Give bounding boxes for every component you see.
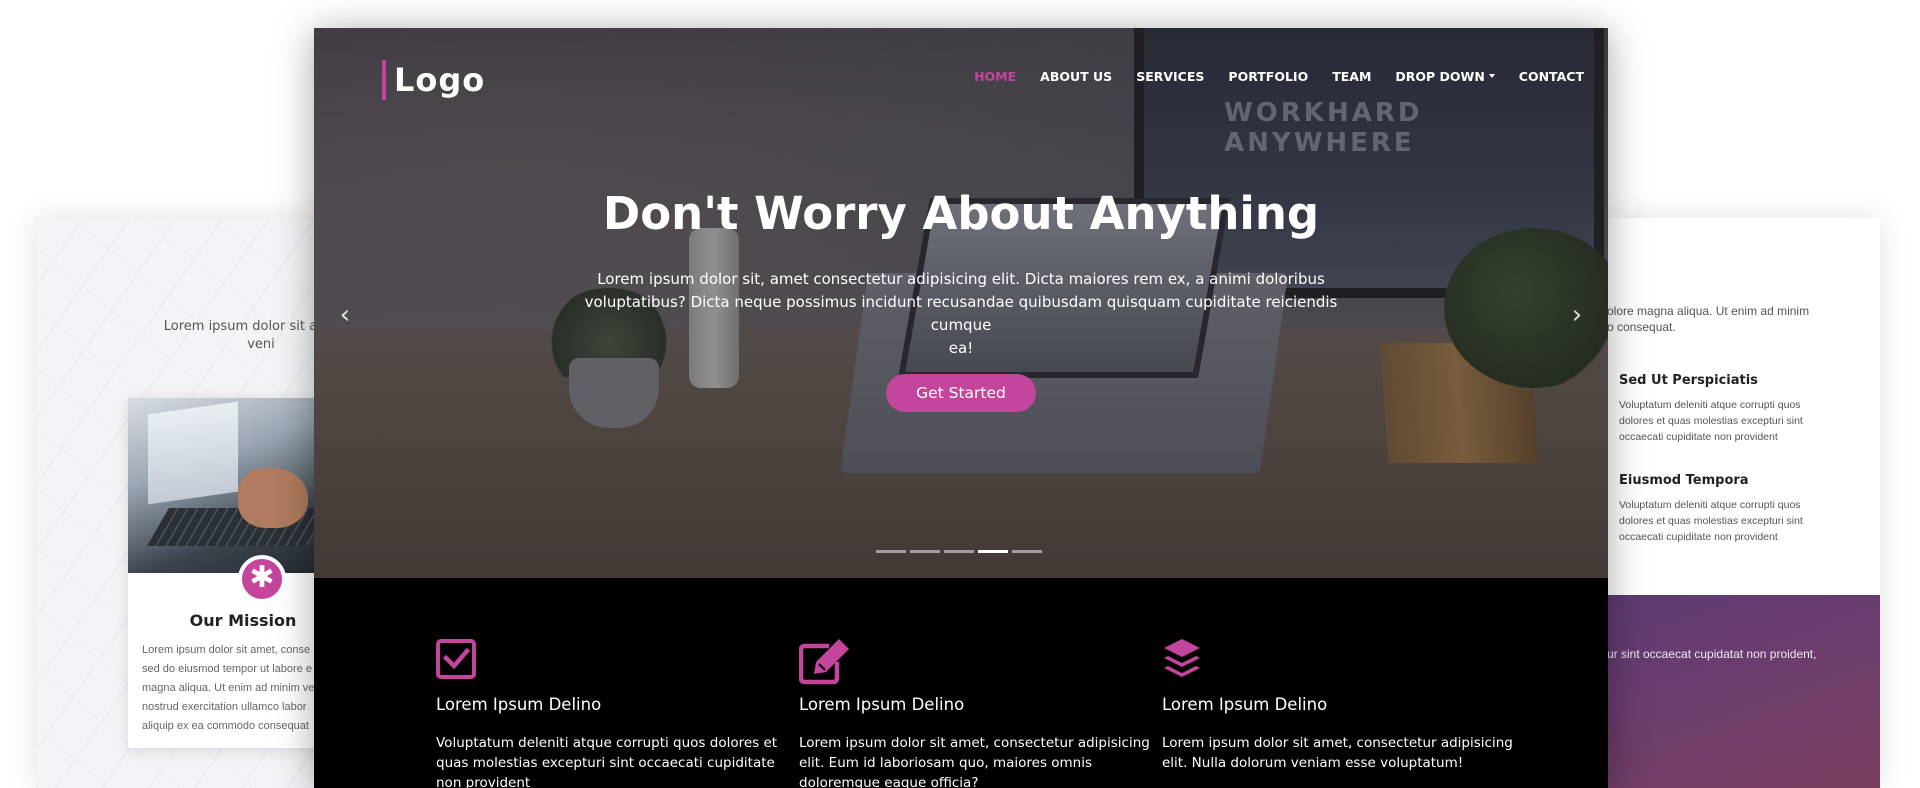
left-intro-text: Lorem ipsum dolor sit amet, c veni — [146, 318, 336, 354]
hero-text: Lorem ipsum dolor sit, amet consectetur … — [566, 268, 1356, 360]
mission-photo — [128, 398, 336, 573]
service-item-line: occaecati cupiditate non provident — [1619, 431, 1778, 443]
hero-carousel: WORKHARD ANYWHERE Logo Home About Us Ser… — [314, 28, 1608, 578]
right-preview-page: olore magna aliqua. Ut enim ad minim o c… — [1605, 218, 1880, 788]
carousel-next-icon[interactable]: › — [1562, 300, 1592, 330]
carousel-indicators — [876, 550, 1046, 553]
service-item-line: Voluptatum deleniti atque corrupti quos — [1619, 399, 1801, 411]
carousel-indicator-active[interactable] — [978, 550, 1008, 553]
carousel-indicator[interactable] — [876, 550, 906, 553]
hero-text-line: voluptatibus? Dicta neque possimus incid… — [584, 293, 1338, 334]
service-item-line: dolores et quas molestias excepturi sint — [1619, 415, 1803, 427]
nav-item-drop-down[interactable]: Drop Down — [1395, 69, 1495, 84]
carousel-prev-icon[interactable]: ‹ — [330, 300, 360, 330]
left-intro-line: veni — [247, 337, 275, 352]
feature-text: Voluptatum deleniti atque corrupti quos … — [436, 733, 778, 788]
feature-text: Lorem ipsum dolor sit amet, consectetur … — [1162, 733, 1513, 773]
feature-text-line: elit. Eum id laboriosam quo, maiores omn… — [799, 755, 1093, 771]
service-item-title: Eiusmod Tempora — [1619, 473, 1749, 488]
service-item-text: Voluptatum deleniti atque corrupti quos … — [1619, 497, 1869, 545]
mission-text-line: sed do eiusmod tempor ut labore e — [142, 663, 312, 675]
band-text: ur sint occaecat cupidatat non proident, — [1607, 647, 1817, 661]
hero-text-line: ea! — [948, 339, 974, 357]
carousel-indicator[interactable] — [1012, 550, 1042, 553]
service-item-text: Voluptatum deleniti atque corrupti quos … — [1619, 397, 1869, 445]
feature-text-line: doloremque eaque officia? — [799, 775, 979, 788]
edit-icon — [799, 639, 849, 685]
left-intro-line: Lorem ipsum dolor sit amet, c — [163, 319, 336, 334]
navbar: Logo Home About Us Services Portfolio Te… — [314, 28, 1608, 118]
left-preview-page: Lorem ipsum dolor sit amet, c veni ✱ Our… — [36, 218, 336, 788]
nav-item-drop-down-label: Drop Down — [1395, 69, 1485, 84]
nav-item-home[interactable]: Home — [974, 69, 1016, 84]
service-item-title: Sed Ut Perspiciatis — [1619, 373, 1758, 388]
laptop-screen-shape — [148, 401, 238, 505]
main-page: WORKHARD ANYWHERE Logo Home About Us Ser… — [314, 28, 1608, 788]
feature-text-line: quas molestias excepturi sint occaecati … — [436, 755, 775, 771]
feature-title: Lorem Ipsum Delino — [799, 695, 965, 714]
service-item-line: occaecati cupiditate non provident — [1619, 531, 1778, 543]
layers-icon — [1164, 639, 1200, 677]
mission-title: Our Mission — [189, 611, 297, 630]
feature-text-line: Lorem ipsum dolor sit amet, consectetur … — [1162, 735, 1513, 751]
right-intro-line: olore magna aliqua. Ut enim ad minim — [1607, 304, 1810, 318]
mission-card: ✱ Our Mission Lorem ipsum dolor sit amet… — [128, 398, 336, 748]
mission-text-line: magna aliqua. Ut enim ad minim ve — [142, 682, 315, 694]
features-section: Lorem Ipsum Delino Voluptatum deleniti a… — [314, 578, 1608, 788]
nav-item-about-us[interactable]: About Us — [1040, 69, 1112, 84]
mission-text-line: nostrud exercitation ullamco labor — [142, 701, 307, 713]
caret-down-icon — [1488, 74, 1495, 78]
service-item: Eiusmod Tempora Voluptatum deleniti atqu… — [1619, 473, 1869, 545]
screenshot-stage: Lorem ipsum dolor sit amet, c veni ✱ Our… — [0, 0, 1920, 788]
nav-menu: Home About Us Services Portfolio Team Dr… — [974, 69, 1608, 84]
feature-text-line: Lorem ipsum dolor sit amet, consectetur … — [799, 735, 1150, 751]
service-item: Sed Ut Perspiciatis Voluptatum deleniti … — [1619, 373, 1869, 445]
logo[interactable]: Logo — [382, 60, 485, 100]
get-started-button[interactable]: Get Started — [886, 374, 1036, 412]
hero-title: Don't Worry About Anything — [602, 187, 1320, 240]
nav-item-services[interactable]: Services — [1136, 69, 1204, 84]
feature-text-line: Voluptatum deleniti atque corrupti quos … — [436, 735, 778, 751]
feature-text-line: non provident — [436, 775, 531, 788]
right-intro-line: o consequat. — [1607, 320, 1676, 334]
nav-item-contact[interactable]: Contact — [1519, 69, 1584, 84]
service-item-line: Voluptatum deleniti atque corrupti quos — [1619, 499, 1801, 511]
feature-text-line: elit. Nulla dolorum veniam esse voluptat… — [1162, 755, 1464, 771]
purple-band: ur sint occaecat cupidatat non proident, — [1605, 595, 1880, 788]
check-square-icon — [436, 639, 476, 679]
carousel-indicator[interactable] — [910, 550, 940, 553]
feature-text: Lorem ipsum dolor sit amet, consectetur … — [799, 733, 1150, 788]
asterisk-icon: ✱ — [238, 555, 286, 603]
right-intro-text: olore magna aliqua. Ut enim ad minim o c… — [1607, 303, 1877, 335]
carousel-indicator[interactable] — [944, 550, 974, 553]
feature-title: Lorem Ipsum Delino — [1162, 695, 1328, 714]
mission-text: Lorem ipsum dolor sit amet, conse sed do… — [142, 641, 336, 736]
nav-item-team[interactable]: Team — [1332, 69, 1371, 84]
nav-item-portfolio[interactable]: Portfolio — [1228, 69, 1308, 84]
service-item-line: dolores et quas molestias excepturi sint — [1619, 515, 1803, 527]
mission-text-line: Lorem ipsum dolor sit amet, conse — [142, 644, 311, 656]
feature-title: Lorem Ipsum Delino — [436, 695, 602, 714]
hand-shape — [238, 468, 308, 528]
hero-text-line: Lorem ipsum dolor sit, amet consectetur … — [597, 270, 1325, 288]
mission-text-line: aliquip ex ea commodo consequat — [142, 720, 309, 732]
